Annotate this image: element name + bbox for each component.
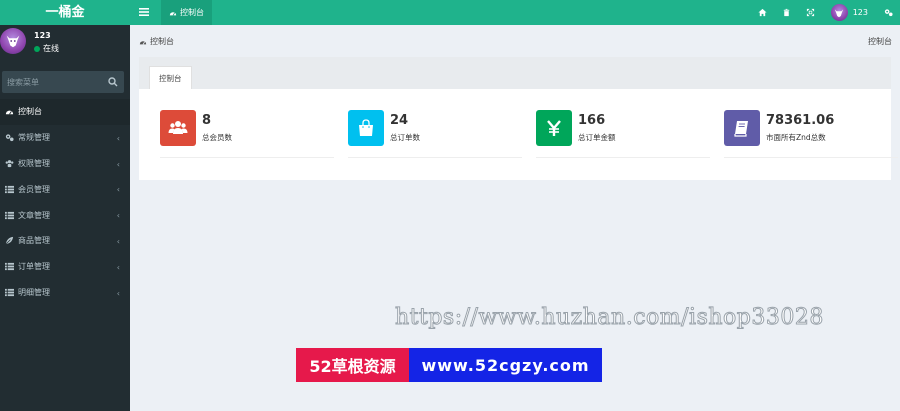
sidebar-menu: 控制台 常规管理 ‹ 权限管理 ‹ 会员管理 ‹ 文章管理 ‹ 商品管理 ‹ 订…: [0, 99, 130, 305]
online-dot-icon: [34, 45, 40, 52]
sidebar-item-label: 明细管理: [18, 287, 50, 297]
chevron-left-icon: ‹: [116, 185, 120, 195]
top-navbar: 控制台 123: [130, 0, 900, 25]
watermark-banner-left: 52草根资源: [296, 348, 409, 382]
bull-icon: [835, 8, 844, 17]
sidebar-item-label: 文章管理: [18, 210, 50, 220]
watermark-url: https://www.huzhan.com/ishop33028: [395, 305, 824, 331]
leaf-icon: [5, 237, 14, 245]
chevron-left-icon: ‹: [116, 236, 120, 246]
book-icon: [734, 121, 748, 137]
stat-value: 24: [390, 113, 409, 128]
bull-icon: [6, 35, 20, 48]
page-title: 控制台: [868, 37, 892, 46]
top-username: 123: [852, 8, 868, 17]
navbar-right: 123: [751, 0, 900, 25]
stat-value: 8: [202, 113, 212, 128]
tab-dashboard-label: 控制台: [180, 8, 204, 17]
stat-card-znd: 78361.06 市面所有Znd总数: [724, 110, 898, 158]
dashboard-icon: [139, 40, 147, 45]
sidebar-item-dashboard[interactable]: 控制台: [0, 99, 130, 125]
stat-card-orders: 24 总订单数: [348, 110, 522, 158]
user-name: 123: [34, 31, 51, 40]
sidebar-item-members[interactable]: 会员管理 ‹: [0, 176, 130, 202]
breadcrumb-label: 控制台: [150, 37, 174, 46]
sidebar-item-articles[interactable]: 文章管理 ‹: [0, 202, 130, 228]
breadcrumb: 控制台 控制台: [130, 25, 900, 55]
sidebar-item-label: 控制台: [18, 107, 42, 117]
clear-cache-button[interactable]: [775, 0, 799, 25]
app-logo[interactable]: 一桶金: [0, 0, 130, 25]
chevron-left-icon: ‹: [116, 288, 120, 298]
sidebar-item-orders[interactable]: 订单管理 ‹: [0, 254, 130, 280]
trash-icon: [784, 8, 790, 17]
sidebar: 一桶金 123 在线 控制台 常规管理 ‹ 权限管理 ‹ 会员管理 ‹: [0, 0, 130, 411]
sidebar-item-general[interactable]: 常规管理 ‹: [0, 125, 130, 151]
chevron-left-icon: ‹: [116, 211, 120, 221]
users-icon: [168, 121, 188, 134]
group-icon: [5, 160, 14, 168]
sidebar-search: [2, 71, 124, 93]
list-icon: [5, 263, 14, 271]
tab-dashboard[interactable]: 控制台: [161, 0, 212, 25]
search-icon[interactable]: [108, 77, 118, 87]
yen-icon: [547, 120, 561, 136]
stat-value: 166: [578, 113, 606, 128]
stat-card-amount: 166 总订单金额: [536, 110, 710, 158]
sidebar-item-label: 商品管理: [18, 236, 50, 246]
chevron-left-icon: ‹: [116, 262, 120, 272]
breadcrumb-current[interactable]: 控制台: [139, 36, 174, 47]
user-panel: 123 在线: [0, 25, 130, 68]
dashboard-icon: [5, 110, 14, 115]
settings-button[interactable]: [876, 0, 900, 25]
stat-label: 总会员数: [202, 133, 232, 142]
sidebar-item-label: 常规管理: [18, 133, 50, 143]
avatar: [0, 28, 26, 54]
list-icon: [5, 211, 14, 219]
user-status-text: 在线: [43, 44, 59, 53]
sidebar-item-permission[interactable]: 权限管理 ‹: [0, 151, 130, 177]
tab-panel-dashboard[interactable]: 控制台: [149, 66, 192, 89]
sidebar-item-label: 订单管理: [18, 262, 50, 272]
stat-icon-box: [724, 110, 760, 146]
stat-label: 总订单金额: [578, 133, 616, 142]
dashboard-panel: 控制台 8 总会员数 24 总订单数 166 总订单金额 78361.06 市面…: [139, 57, 898, 180]
sidebar-item-details[interactable]: 明细管理 ‹: [0, 280, 130, 306]
stat-value: 78361.06: [766, 113, 835, 128]
stat-icon-box: [348, 110, 384, 146]
panel-tabs: 控制台: [139, 57, 891, 89]
stat-label: 总订单数: [390, 133, 420, 142]
sidebar-item-products[interactable]: 商品管理 ‹: [0, 228, 130, 254]
stat-label: 市面所有Znd总数: [766, 133, 826, 142]
home-button[interactable]: [751, 0, 775, 25]
home-icon: [758, 8, 767, 17]
stat-icon-box: [536, 110, 572, 146]
chevron-left-icon: ‹: [116, 133, 120, 143]
menu-toggle-icon[interactable]: [138, 6, 150, 18]
shopping-bag-icon: [359, 119, 373, 136]
avatar: [830, 4, 848, 21]
fullscreen-button[interactable]: [799, 0, 823, 25]
cogs-icon: [884, 9, 893, 17]
fullscreen-icon: [807, 8, 815, 17]
list-icon: [5, 288, 14, 297]
stat-card-members: 8 总会员数: [160, 110, 334, 158]
dashboard-icon: [169, 11, 177, 16]
cogs-icon: [5, 134, 14, 142]
list-icon: [5, 185, 14, 193]
chevron-left-icon: ‹: [116, 159, 120, 169]
sidebar-item-label: 权限管理: [18, 158, 50, 168]
sidebar-item-label: 会员管理: [18, 184, 50, 194]
stat-icon-box: [160, 110, 196, 146]
user-status: 在线: [34, 43, 59, 54]
watermark-banner-right: www.52cgzy.com: [409, 348, 602, 382]
user-menu[interactable]: 123: [823, 4, 876, 21]
menu-search-input[interactable]: [2, 71, 102, 93]
